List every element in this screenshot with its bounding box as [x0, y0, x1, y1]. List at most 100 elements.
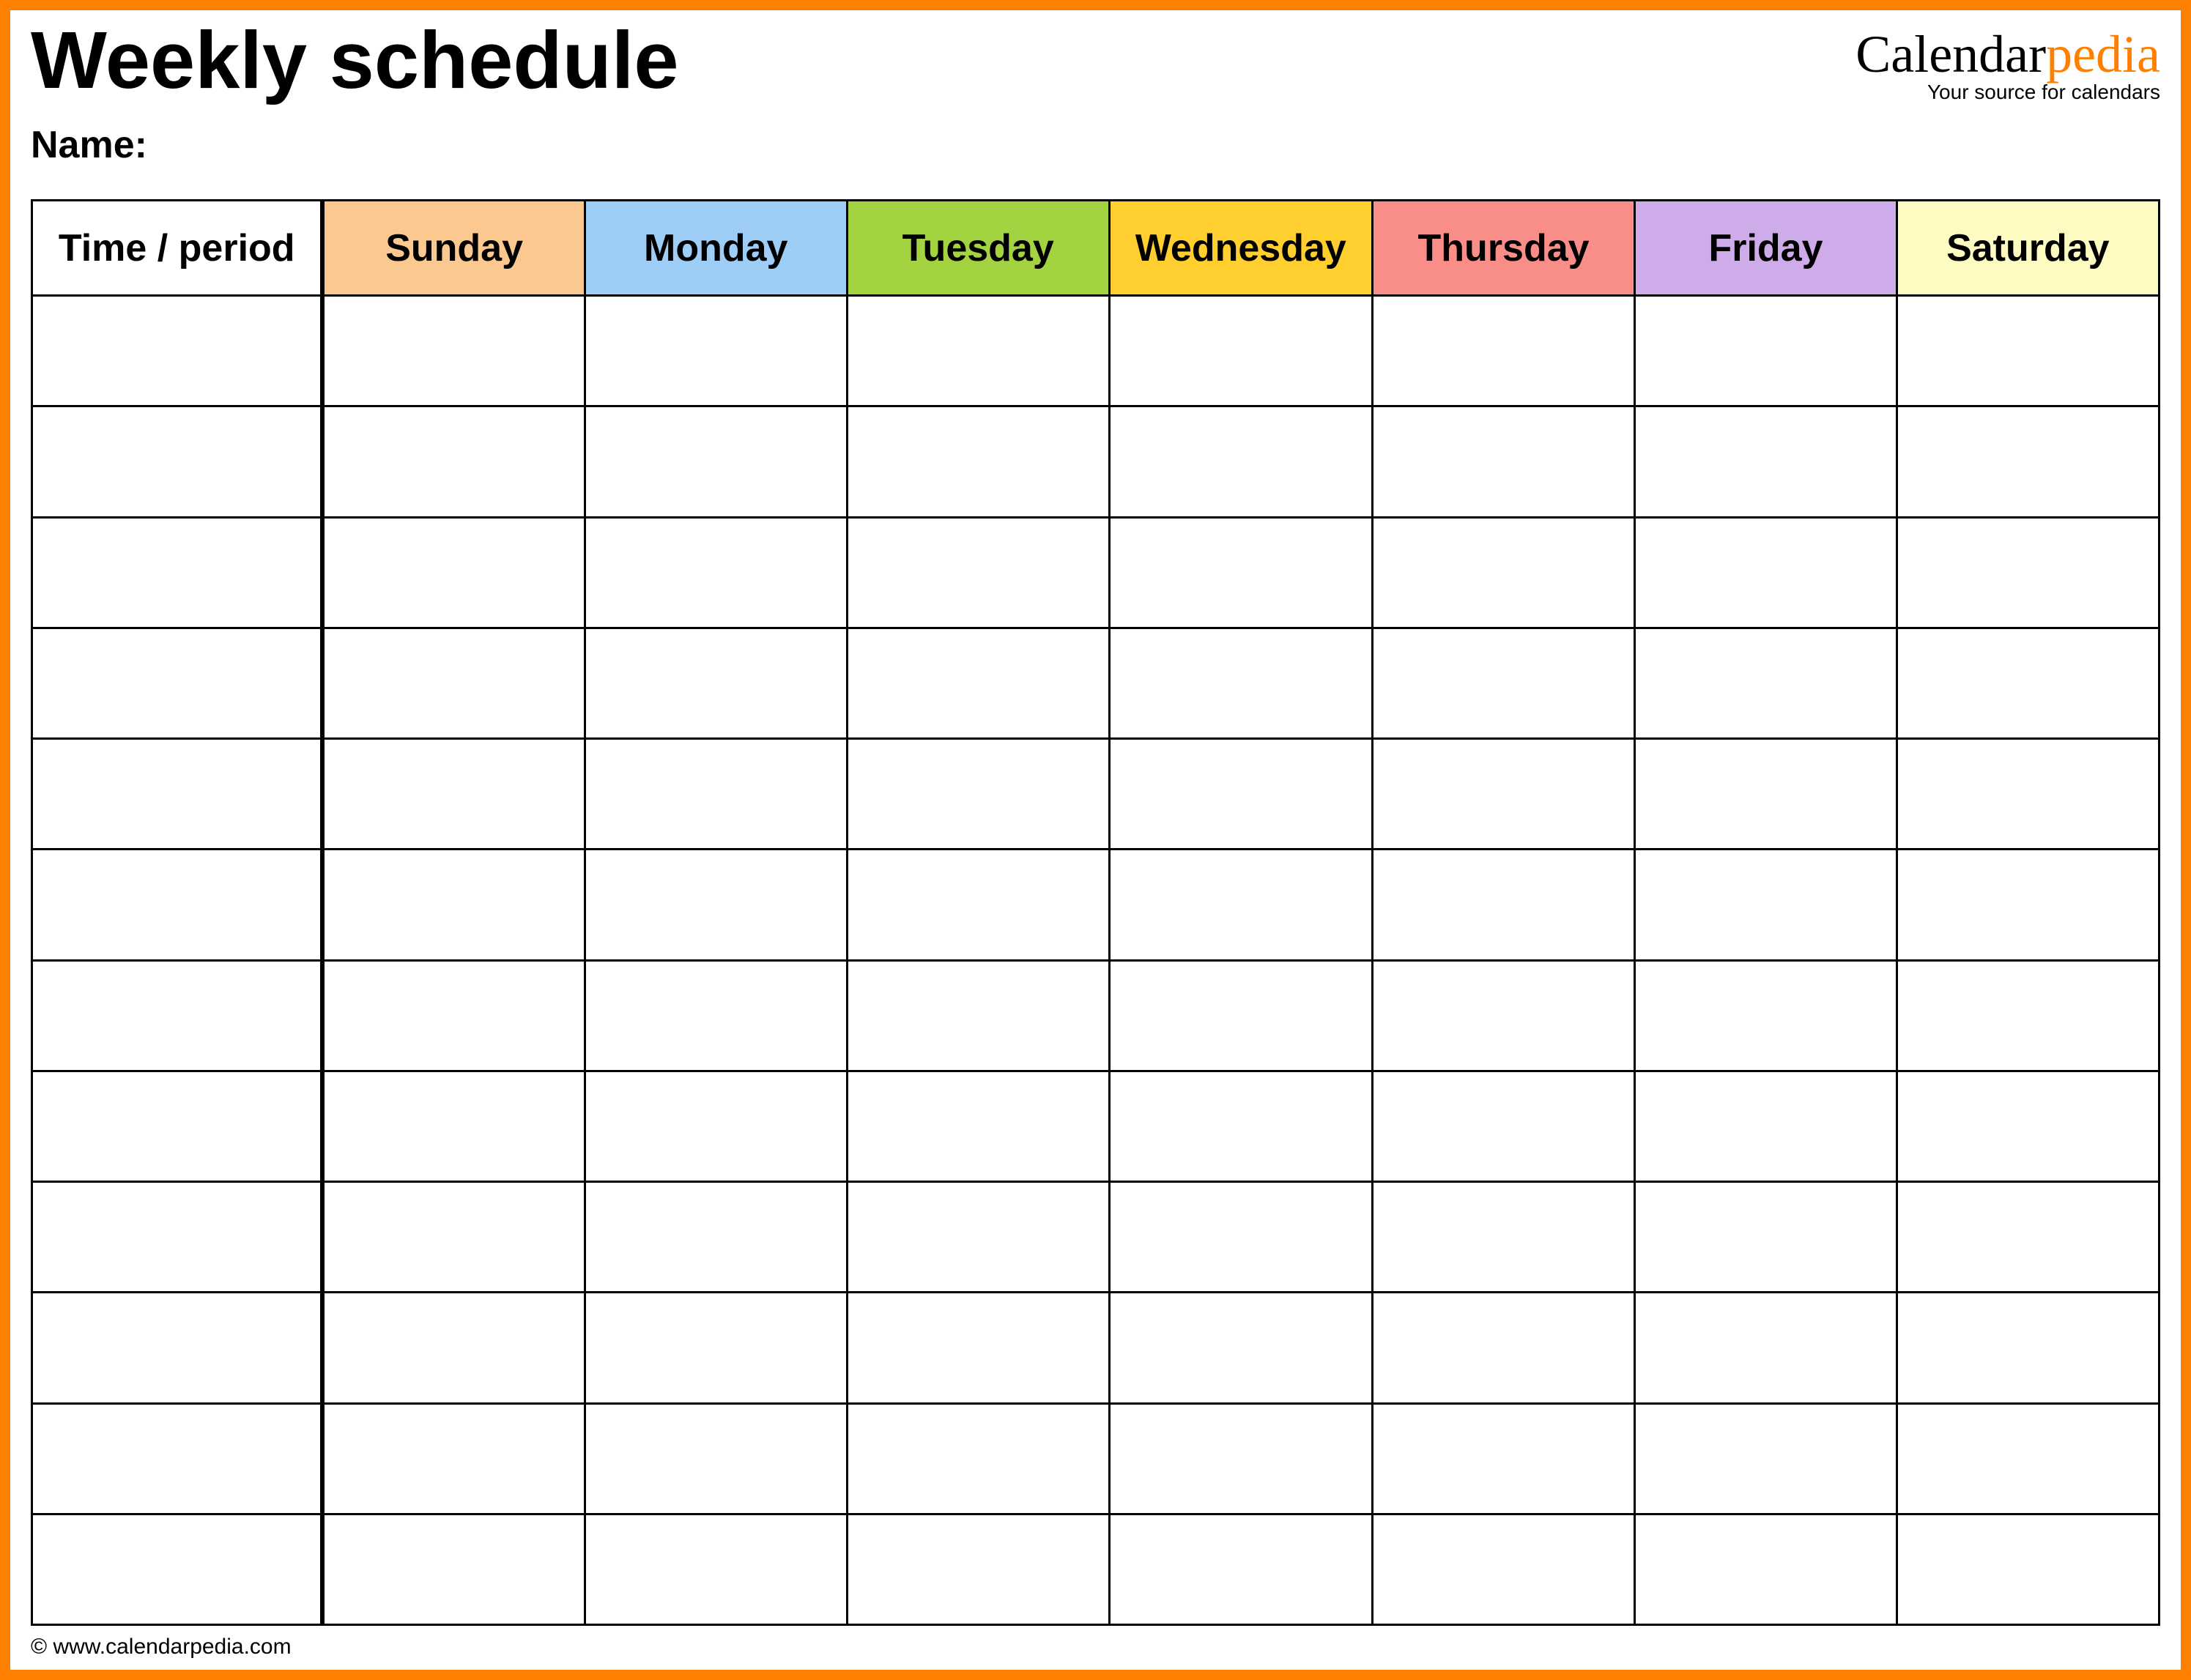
schedule-cell[interactable]: [1635, 739, 1897, 850]
schedule-cell[interactable]: [1635, 296, 1897, 406]
schedule-cell[interactable]: [1897, 1182, 2159, 1293]
schedule-cell[interactable]: [847, 739, 1109, 850]
time-cell[interactable]: [32, 628, 323, 738]
schedule-cell[interactable]: [585, 850, 847, 960]
schedule-cell[interactable]: [1897, 739, 2159, 850]
schedule-cell[interactable]: [1897, 517, 2159, 628]
schedule-cell[interactable]: [585, 739, 847, 850]
schedule-cell[interactable]: [1372, 739, 1634, 850]
schedule-cell[interactable]: [1897, 1071, 2159, 1181]
schedule-cell[interactable]: [322, 1293, 585, 1403]
schedule-cell[interactable]: [847, 1403, 1109, 1514]
schedule-cell[interactable]: [1897, 628, 2159, 738]
schedule-cell[interactable]: [847, 850, 1109, 960]
schedule-cell[interactable]: [847, 406, 1109, 517]
time-cell[interactable]: [32, 1182, 323, 1293]
schedule-cell[interactable]: [1897, 296, 2159, 406]
schedule-cell[interactable]: [1372, 960, 1634, 1071]
schedule-cell[interactable]: [322, 1514, 585, 1624]
time-cell[interactable]: [32, 517, 323, 628]
schedule-cell[interactable]: [1372, 406, 1634, 517]
schedule-cell[interactable]: [585, 1514, 847, 1624]
schedule-cell[interactable]: [1635, 517, 1897, 628]
time-cell[interactable]: [32, 1403, 323, 1514]
schedule-cell[interactable]: [322, 517, 585, 628]
schedule-cell[interactable]: [1109, 1182, 1372, 1293]
schedule-cell[interactable]: [1635, 1293, 1897, 1403]
schedule-cell[interactable]: [1897, 960, 2159, 1071]
schedule-cell[interactable]: [322, 296, 585, 406]
schedule-cell[interactable]: [322, 739, 585, 850]
schedule-cell[interactable]: [1372, 1071, 1634, 1181]
schedule-cell[interactable]: [585, 1403, 847, 1514]
table-row: [32, 739, 2160, 850]
schedule-cell[interactable]: [322, 628, 585, 738]
schedule-cell[interactable]: [585, 1293, 847, 1403]
schedule-cell[interactable]: [1109, 739, 1372, 850]
schedule-cell[interactable]: [1109, 517, 1372, 628]
schedule-cell[interactable]: [322, 850, 585, 960]
schedule-cell[interactable]: [1372, 850, 1634, 960]
schedule-cell[interactable]: [585, 406, 847, 517]
schedule-cell[interactable]: [847, 1182, 1109, 1293]
schedule-cell[interactable]: [585, 1071, 847, 1181]
table-row: [32, 296, 2160, 406]
schedule-cell[interactable]: [1109, 1293, 1372, 1403]
time-cell[interactable]: [32, 850, 323, 960]
column-header-wednesday: Wednesday: [1109, 201, 1372, 296]
schedule-cell[interactable]: [847, 960, 1109, 1071]
schedule-cell[interactable]: [1897, 1403, 2159, 1514]
schedule-cell[interactable]: [585, 296, 847, 406]
time-cell[interactable]: [32, 739, 323, 850]
schedule-cell[interactable]: [847, 628, 1109, 738]
schedule-cell[interactable]: [322, 960, 585, 1071]
schedule-cell[interactable]: [1109, 1514, 1372, 1624]
schedule-cell[interactable]: [322, 1182, 585, 1293]
schedule-cell[interactable]: [322, 1071, 585, 1181]
schedule-cell[interactable]: [1372, 517, 1634, 628]
schedule-cell[interactable]: [1897, 850, 2159, 960]
schedule-cell[interactable]: [1635, 628, 1897, 738]
schedule-cell[interactable]: [585, 1182, 847, 1293]
schedule-cell[interactable]: [1109, 1403, 1372, 1514]
time-cell[interactable]: [32, 296, 323, 406]
schedule-cell[interactable]: [1635, 1182, 1897, 1293]
schedule-cell[interactable]: [585, 517, 847, 628]
schedule-cell[interactable]: [847, 517, 1109, 628]
schedule-cell[interactable]: [1635, 406, 1897, 517]
schedule-cell[interactable]: [1372, 1403, 1634, 1514]
schedule-cell[interactable]: [847, 1293, 1109, 1403]
schedule-cell[interactable]: [1897, 1514, 2159, 1624]
schedule-cell[interactable]: [1372, 628, 1634, 738]
time-cell[interactable]: [32, 1514, 323, 1624]
schedule-cell[interactable]: [1635, 1071, 1897, 1181]
schedule-cell[interactable]: [1109, 296, 1372, 406]
time-cell[interactable]: [32, 960, 323, 1071]
schedule-cell[interactable]: [1635, 960, 1897, 1071]
schedule-cell[interactable]: [847, 1071, 1109, 1181]
schedule-cell[interactable]: [322, 1403, 585, 1514]
schedule-cell[interactable]: [1109, 850, 1372, 960]
schedule-cell[interactable]: [1109, 1071, 1372, 1181]
schedule-cell[interactable]: [1372, 1514, 1634, 1624]
schedule-cell[interactable]: [1372, 1293, 1634, 1403]
schedule-cell[interactable]: [1897, 1293, 2159, 1403]
time-cell[interactable]: [32, 406, 323, 517]
schedule-cell[interactable]: [1635, 1403, 1897, 1514]
schedule-cell[interactable]: [1109, 628, 1372, 738]
schedule-cell[interactable]: [1372, 296, 1634, 406]
time-cell[interactable]: [32, 1071, 323, 1181]
schedule-cell[interactable]: [847, 1514, 1109, 1624]
time-cell[interactable]: [32, 1293, 323, 1403]
schedule-cell[interactable]: [1109, 960, 1372, 1071]
schedule-cell[interactable]: [1372, 1182, 1634, 1293]
schedule-cell[interactable]: [1635, 850, 1897, 960]
table-row: [32, 1514, 2160, 1624]
schedule-cell[interactable]: [322, 406, 585, 517]
schedule-cell[interactable]: [585, 628, 847, 738]
schedule-cell[interactable]: [585, 960, 847, 1071]
schedule-cell[interactable]: [1109, 406, 1372, 517]
schedule-cell[interactable]: [847, 296, 1109, 406]
schedule-cell[interactable]: [1897, 406, 2159, 517]
schedule-cell[interactable]: [1635, 1514, 1897, 1624]
